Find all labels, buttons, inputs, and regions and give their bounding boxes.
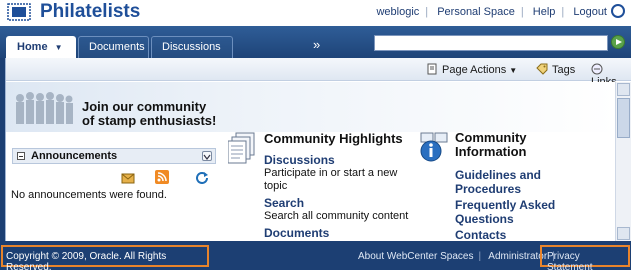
collapse-toggle-icon[interactable] [17, 152, 25, 160]
community-highlights-title: Community Highlights [264, 131, 403, 146]
scroll-up-arrow[interactable] [617, 83, 630, 96]
discussions-description: Participate in or start a new topic [264, 167, 398, 192]
global-links: weblogic | Personal Space | Help | Logout [376, 6, 607, 18]
banner-text: Join our community of stamp enthusiasts! [82, 99, 217, 128]
personal-space-link[interactable]: Personal Space [437, 6, 515, 18]
faq-link[interactable]: Frequently Asked Questions [455, 198, 585, 226]
user-link[interactable]: weblogic [376, 6, 419, 18]
site-title[interactable]: Philatelists [40, 1, 140, 23]
announcements-header: Announcements [12, 148, 216, 164]
vertical-scrollbar[interactable] [615, 82, 631, 241]
tab-home-label: Home [17, 41, 48, 53]
help-link[interactable]: Help [533, 6, 556, 18]
tab-bar: Home ▼ Documents Discussions » [0, 26, 631, 58]
search-go-icon[interactable] [611, 35, 625, 49]
search-description: Search all community content [264, 210, 409, 222]
guidelines-link[interactable]: Guidelines and Procedures [455, 168, 585, 196]
stamp-logo-icon [7, 3, 31, 21]
chevron-down-icon: ▼ [509, 66, 518, 75]
search-input[interactable] [374, 35, 608, 51]
announcements-empty-message: No announcements were found. [11, 189, 167, 201]
administrator-link[interactable]: Administrator [488, 251, 547, 262]
footer: Copyright © 2009, Oracle. All Rights Res… [0, 241, 631, 270]
tags-label: Tags [552, 64, 576, 76]
documents-link[interactable]: Documents [264, 226, 329, 240]
more-tabs-icon[interactable]: » [313, 37, 320, 52]
announcements-title: Announcements [31, 150, 118, 162]
rss-feed-icon[interactable] [155, 170, 169, 184]
refresh-icon[interactable] [195, 170, 209, 184]
tab-discussions[interactable]: Discussions [151, 36, 233, 58]
about-webcenter-link[interactable]: About WebCenter Spaces [358, 251, 473, 262]
info-icon [420, 132, 448, 162]
scroll-down-arrow[interactable] [617, 227, 630, 240]
logout-link[interactable]: Logout [573, 6, 607, 18]
link-icon [591, 63, 603, 75]
page-actions-label: Page Actions [442, 64, 507, 76]
documents-icon [228, 132, 255, 164]
chevron-down-icon[interactable]: ▼ [55, 43, 63, 52]
contacts-link[interactable]: Contacts [455, 228, 585, 242]
search-link[interactable]: Search [264, 196, 304, 210]
top-header: Philatelists weblogic | Personal Space | H… [0, 0, 631, 26]
discussions-link[interactable]: Discussions [264, 153, 335, 167]
privacy-statement-link[interactable]: Privacy Statement [540, 245, 630, 270]
tag-icon [536, 63, 548, 75]
copyright-text: Copyright © 2009, Oracle. All Rights Res… [1, 245, 209, 270]
main-content: Page Actions ▼ Tags Links Join our commu… [5, 58, 631, 242]
community-information-title: Community Information [455, 130, 527, 159]
page-actions-menu[interactable]: Page Actions ▼ [426, 63, 517, 76]
tags-button[interactable]: Tags [536, 63, 575, 76]
portlet-menu-icon[interactable] [202, 151, 212, 161]
page-icon [427, 63, 437, 75]
oracle-logo-icon [611, 4, 625, 18]
tab-home[interactable]: Home ▼ [6, 36, 76, 58]
tab-documents[interactable]: Documents [78, 36, 149, 58]
page-toolbar: Page Actions ▼ Tags Links [6, 58, 631, 88]
footer-links: About WebCenter Spaces | Administrator | [358, 251, 555, 262]
scroll-thumb[interactable] [617, 98, 630, 138]
community-people-icon [16, 92, 73, 124]
community-banner: Join our community of stamp enthusiasts! [6, 82, 616, 132]
new-announcement-icon[interactable] [121, 170, 135, 184]
